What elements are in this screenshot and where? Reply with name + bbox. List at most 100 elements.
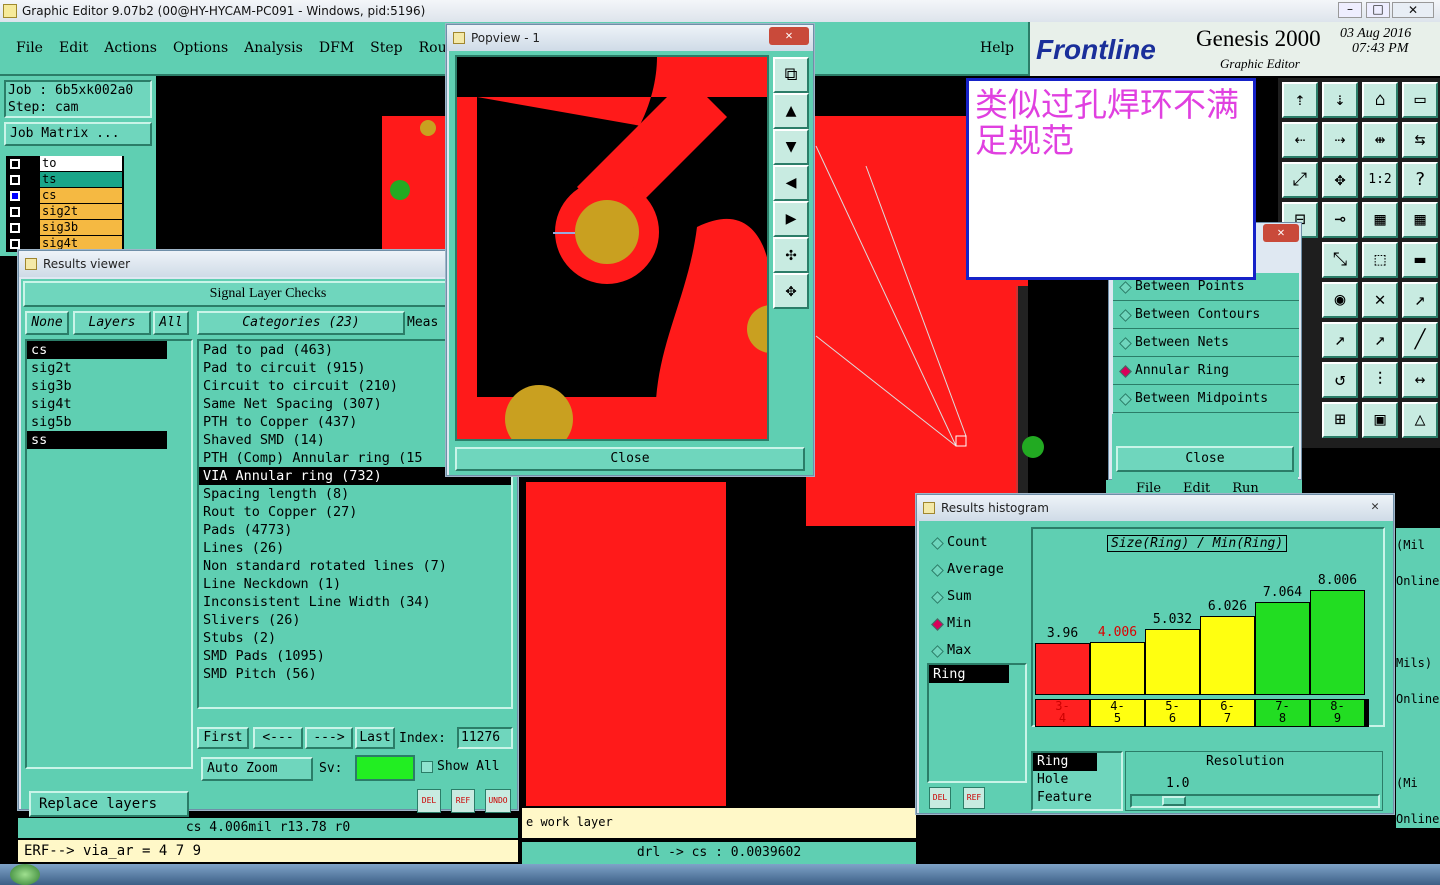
job-matrix-button[interactable]: Job Matrix ... <box>4 122 152 146</box>
category-item[interactable]: Stubs (2) <box>199 629 511 647</box>
category-item[interactable]: Slivers (26) <box>199 611 511 629</box>
ref-button[interactable]: REF <box>451 789 475 813</box>
measure-option[interactable]: Between Midpoints <box>1113 385 1299 413</box>
measure-option[interactable]: Between Nets <box>1113 329 1299 357</box>
cross-icon[interactable]: ✕ <box>1362 282 1398 318</box>
layer-checkbox[interactable] <box>10 223 20 233</box>
none-button[interactable]: None <box>25 311 69 335</box>
stat-option[interactable]: Max <box>925 637 1029 664</box>
maximize-button[interactable]: □ <box>1366 2 1390 18</box>
histogram-bar[interactable] <box>1145 629 1200 695</box>
pan-right-icon[interactable]: ▶ <box>773 201 809 237</box>
pan-left-icon[interactable]: ◀ <box>773 165 809 201</box>
show-all-checkbox[interactable] <box>421 761 433 773</box>
menu-item[interactable]: DFM <box>319 40 354 56</box>
help-menu[interactable]: Help <box>980 40 1014 56</box>
category-item[interactable]: Pads (4773) <box>199 521 511 539</box>
category-item[interactable]: SMD Pads (1095) <box>199 647 511 665</box>
grid-icon[interactable]: ▦ <box>1362 202 1398 238</box>
histogram-bar[interactable] <box>1200 616 1255 695</box>
columns-icon[interactable]: ⫶ <box>1362 362 1398 398</box>
measure-option[interactable]: Annular Ring <box>1113 357 1299 385</box>
select-icon[interactable]: ⬚ <box>1362 242 1398 278</box>
fit-icon[interactable]: ⇹ <box>1362 122 1398 158</box>
stat-option[interactable]: Average <box>925 556 1029 583</box>
ruler-icon[interactable]: ▬ <box>1402 242 1438 278</box>
stat-option[interactable]: Sum <box>925 583 1029 610</box>
category-item[interactable]: Lines (26) <box>199 539 511 557</box>
popview-close-icon[interactable]: ✕ <box>769 27 809 45</box>
window-icon[interactable]: ▭ <box>1402 82 1438 118</box>
index-input[interactable]: 11276 <box>457 727 513 749</box>
layer-checkbox[interactable] <box>10 159 20 169</box>
first-button[interactable]: First <box>197 727 249 749</box>
layer-checkbox[interactable] <box>10 191 20 201</box>
zoom-in-icon[interactable]: ✣ <box>773 237 809 273</box>
home-icon[interactable]: ⌂ <box>1362 82 1398 118</box>
line-icon[interactable]: ⊸ <box>1322 202 1358 238</box>
auto-zoom-dropdown[interactable]: Auto Zoom <box>201 757 313 781</box>
measure-option[interactable]: Between Contours <box>1113 301 1299 329</box>
start-button[interactable] <box>10 864 40 885</box>
menu-item[interactable]: File <box>16 40 43 56</box>
zoom-out-icon[interactable]: ✥ <box>773 273 809 309</box>
stretch-icon[interactable]: ⤡ <box>1322 242 1358 278</box>
layer-checkbox[interactable] <box>10 239 20 249</box>
feature-list-item[interactable]: Ring <box>1033 753 1097 771</box>
grid-alt-icon[interactable]: ▦ <box>1402 202 1438 238</box>
zoom-fit-icon[interactable]: ⧉ <box>773 57 809 93</box>
feature-list-item[interactable]: Hole <box>1033 771 1097 789</box>
feature-list[interactable]: Ring Hole Feature <box>1031 751 1123 811</box>
results-layer-list[interactable]: cs sig2t sig3b sig4t sig5b ss <box>25 339 193 769</box>
sv-color-dropdown[interactable] <box>355 755 415 781</box>
layer-row[interactable]: sig2t <box>6 204 124 220</box>
category-item[interactable]: Line Neckdown (1) <box>199 575 511 593</box>
ring-list-item[interactable]: Ring <box>929 665 1009 683</box>
swap-icon[interactable]: ⇆ <box>1402 122 1438 158</box>
help-icon[interactable]: ? <box>1402 162 1438 198</box>
layer-row[interactable]: sig3b <box>6 220 124 236</box>
replace-layers-dropdown[interactable]: Replace layers <box>29 791 189 817</box>
rotate-icon[interactable]: ↺ <box>1322 362 1358 398</box>
layer-row[interactable]: ts <box>6 172 124 188</box>
histogram-bar[interactable] <box>1255 602 1310 695</box>
pan-up-icon[interactable]: ▲ <box>773 93 809 129</box>
result-layer-item[interactable]: sig3b <box>27 377 167 395</box>
layer-row[interactable]: cs <box>6 188 124 204</box>
category-item[interactable]: Spacing length (8) <box>199 485 511 503</box>
prev-button[interactable]: <--- <box>253 727 303 749</box>
arrow-alt-icon[interactable]: ↗ <box>1322 322 1358 358</box>
hist-ref-button[interactable]: REF <box>963 787 985 809</box>
target-icon[interactable]: ◉ <box>1322 282 1358 318</box>
arrow-red-icon[interactable]: ↗ <box>1362 322 1398 358</box>
layers-icon[interactable]: ▣ <box>1362 402 1398 438</box>
category-item[interactable]: SMD Pitch (56) <box>199 665 511 683</box>
category-item[interactable]: Non standard rotated lines (7) <box>199 557 511 575</box>
zoom-home-icon[interactable]: ⇡ <box>1282 82 1318 118</box>
measure-close-button[interactable]: Close <box>1116 446 1294 472</box>
box-icon[interactable]: ⊞ <box>1322 402 1358 438</box>
result-layer-item[interactable]: sig2t <box>27 359 167 377</box>
feature-list-item[interactable]: Feature <box>1033 789 1097 807</box>
result-layer-item[interactable]: sig5b <box>27 413 167 431</box>
result-layer-item[interactable]: sig4t <box>27 395 167 413</box>
histogram-close-icon[interactable]: ✕ <box>1371 499 1379 514</box>
layers-button[interactable]: Layers <box>73 311 151 335</box>
close-window-button[interactable]: ✕ <box>1392 2 1434 18</box>
minimize-button[interactable]: – <box>1338 2 1362 18</box>
slider-thumb[interactable] <box>1162 796 1186 806</box>
menu-item[interactable]: Options <box>173 40 228 56</box>
menu-item[interactable]: Analysis <box>244 40 303 56</box>
resolution-slider[interactable] <box>1130 794 1380 808</box>
menu-item[interactable]: Edit <box>59 40 88 56</box>
next-button[interactable]: ---> <box>305 727 353 749</box>
undo-button[interactable]: UNDO <box>485 789 511 813</box>
ring-list[interactable]: Ring <box>927 663 1027 783</box>
popview-canvas[interactable] <box>455 55 769 441</box>
popview-close-button[interactable]: Close <box>455 447 805 471</box>
layer-row[interactable]: to <box>6 156 124 172</box>
stat-option[interactable]: Min <box>925 610 1029 637</box>
pan-down-icon[interactable]: ▼ <box>773 129 809 165</box>
triangle-icon[interactable]: △ <box>1402 402 1438 438</box>
move-icon[interactable]: ✥ <box>1322 162 1358 198</box>
